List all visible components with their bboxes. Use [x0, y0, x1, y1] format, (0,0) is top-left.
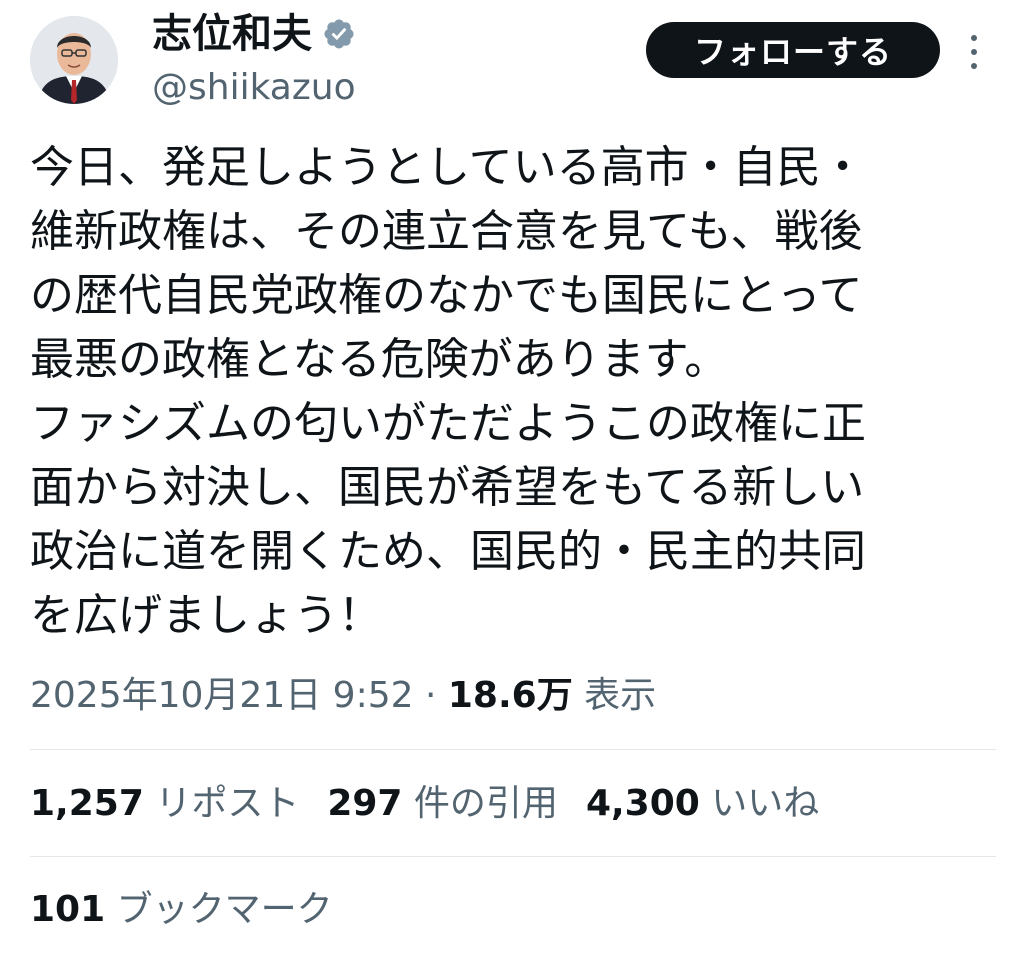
verified-badge-icon	[324, 19, 354, 49]
likes-count: 4,300	[585, 783, 700, 824]
bookmarks-stat[interactable]: 101 ブックマーク	[30, 882, 333, 938]
reposts-count: 1,257	[30, 783, 144, 824]
bookmarks-count: 101	[30, 889, 106, 930]
tweet-line: ファシズムの匂いがただようこの政権に正	[30, 398, 866, 449]
tweet-line: の歴代自民党政権のなかでも国民にとって	[30, 270, 863, 321]
bookmarks-label: ブックマーク	[105, 889, 333, 930]
quotes-label: 件の引用	[402, 783, 558, 824]
more-vertical-icon[interactable]	[962, 30, 986, 74]
tweet-line: 維新政権は、その連立合意を見ても、戦後	[30, 206, 863, 257]
user-handle[interactable]: @shiikazuo	[152, 66, 356, 110]
display-name[interactable]: 志位和夫	[152, 10, 312, 58]
tweet-line: 面から対決し、国民が希望をもてる新しい	[30, 462, 865, 513]
profile-photo-image	[30, 16, 118, 104]
tweet-timestamp[interactable]: 2025年10月21日 9:52	[30, 675, 414, 716]
likes-stat[interactable]: 4,300 いいね	[586, 776, 819, 832]
reposts-label: リポスト	[143, 783, 300, 824]
tweet-line: 政治に道を開くため、国民的・民主的共同	[30, 526, 866, 577]
divider	[30, 749, 996, 750]
divider	[30, 856, 996, 857]
engagement-stats: 1,257 リポスト 297 件の引用 4,300 いいね	[30, 776, 847, 832]
reposts-stat[interactable]: 1,257 リポスト	[30, 776, 299, 832]
meta-separator: ·	[413, 675, 448, 716]
avatar[interactable]	[30, 16, 118, 104]
views-label: 表示	[572, 675, 657, 716]
tweet-line: を広げましょう！	[30, 590, 382, 641]
tweet-text: 今日、発足しようとしている高市・自民・ 維新政権は、その連立合意を見ても、戦後 の歴…	[30, 136, 1000, 648]
views-count: 18.6万	[447, 675, 573, 716]
likes-label: いいね	[699, 783, 820, 824]
quotes-stat[interactable]: 297 件の引用	[327, 776, 558, 832]
tweet-meta: 2025年10月21日 9:52 · 18.6万 表示	[30, 668, 656, 724]
follow-button[interactable]: フォローする	[646, 22, 940, 78]
quotes-count: 297	[327, 783, 403, 824]
tweet-line: 今日、発足しようとしている高市・自民・	[30, 142, 865, 193]
tweet-header: 志位和夫 @shiikazuo フォローする	[0, 0, 1024, 120]
tweet-line: 最悪の政権となる危険があります。	[30, 334, 729, 385]
name-row: 志位和夫	[152, 10, 356, 58]
